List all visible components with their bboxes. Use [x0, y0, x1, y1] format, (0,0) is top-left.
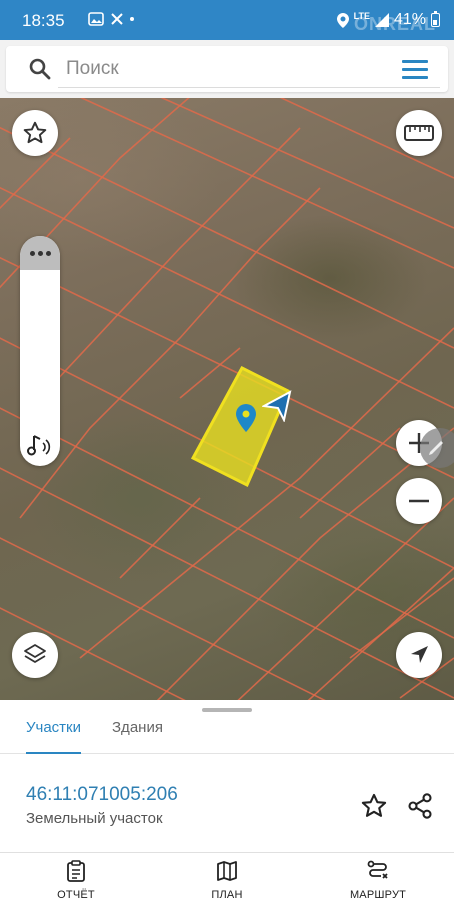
- menu-icon[interactable]: [402, 60, 430, 80]
- nav-plan-label: ПЛАН: [211, 889, 243, 901]
- route-icon: [367, 860, 388, 879]
- search-bar: [6, 46, 448, 92]
- star-icon: [23, 121, 47, 144]
- network-type: LTE: [353, 11, 370, 21]
- nav-route-label: МАРШРУТ: [349, 889, 407, 901]
- opacity-slider[interactable]: [20, 236, 60, 466]
- battery-percent: 41%: [393, 11, 426, 28]
- ruler-icon: [404, 125, 434, 141]
- sheet-grabber[interactable]: [202, 708, 252, 712]
- search-input[interactable]: [66, 54, 386, 84]
- favorite-star-icon[interactable]: [360, 792, 388, 820]
- search-area: [0, 40, 454, 98]
- battery-icon: [431, 11, 440, 27]
- map-view[interactable]: [0, 98, 454, 700]
- nav-plan[interactable]: ПЛАН: [167, 859, 287, 901]
- location-pin-icon[interactable]: [236, 404, 256, 432]
- tools-icon: [111, 13, 123, 25]
- layers-button[interactable]: [12, 632, 58, 678]
- nav-report-label: ОТЧЁТ: [57, 889, 95, 901]
- user-direction-icon: [262, 390, 292, 422]
- signal-icon: [374, 13, 389, 27]
- edit-button[interactable]: [420, 428, 454, 468]
- bottom-navigation: ОТЧЁТ ПЛАН МАРШРУТ: [0, 852, 454, 910]
- navigation-arrow-icon: [411, 646, 428, 663]
- tab-parcels[interactable]: Участки: [26, 720, 81, 754]
- tab-buildings[interactable]: Здания: [112, 720, 163, 754]
- pencil-icon: [429, 441, 443, 455]
- parcel-type: Земельный участок: [26, 810, 163, 827]
- dot-icon: [130, 17, 134, 21]
- favorites-button[interactable]: [12, 110, 58, 156]
- location-icon: [336, 12, 349, 28]
- status-time: 18:35: [22, 11, 65, 30]
- layers-icon: [24, 644, 46, 663]
- nav-report[interactable]: ОТЧЁТ: [16, 859, 136, 901]
- cadastral-number[interactable]: 46:11:071005:206: [26, 784, 178, 806]
- minus-icon: [409, 499, 429, 503]
- sheet-tabs: Участки Здания: [0, 714, 454, 754]
- parcel-sheet: Участки Здания 46:11:071005:206 Земельны…: [0, 700, 454, 852]
- nav-route[interactable]: МАРШРУТ: [318, 859, 438, 901]
- parcel-layer: [0, 98, 454, 700]
- music-note-icon: [27, 435, 51, 456]
- report-icon: [67, 860, 85, 882]
- gallery-icon: [88, 12, 104, 26]
- slider-handle[interactable]: [20, 236, 60, 270]
- map-plan-icon: [217, 861, 237, 881]
- search-icon[interactable]: [28, 57, 52, 81]
- my-location-button[interactable]: [396, 632, 442, 678]
- ruler-button[interactable]: [396, 110, 442, 156]
- zoom-out-button[interactable]: [396, 478, 442, 524]
- status-bar: 18:35 ONREAL LTE 41%: [0, 0, 454, 40]
- share-icon[interactable]: [406, 792, 434, 820]
